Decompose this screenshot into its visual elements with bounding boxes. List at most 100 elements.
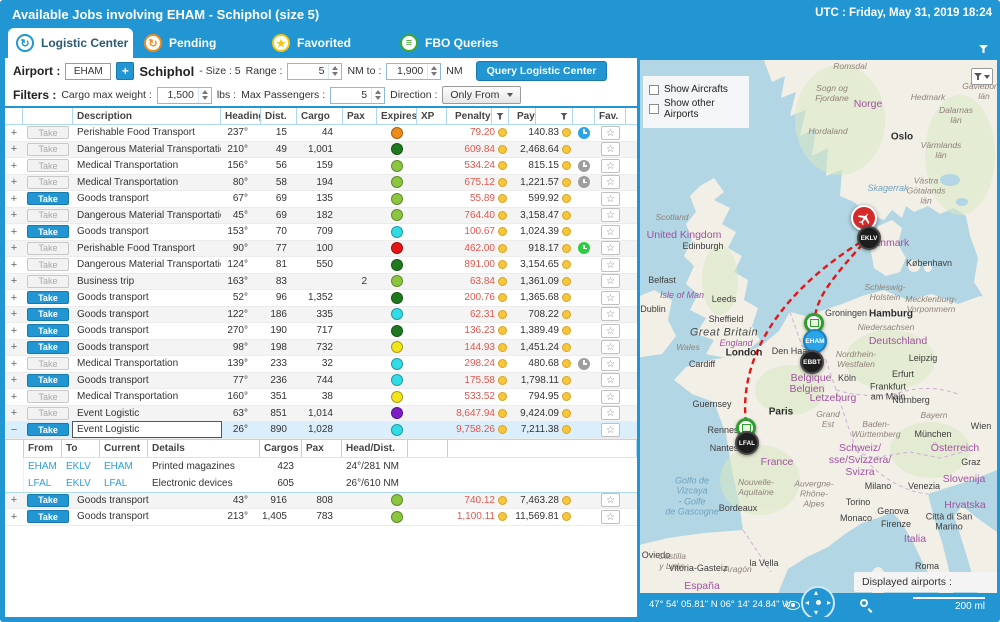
table-row[interactable]: +TakeGoods transport153°70709100.671,024… [5, 224, 637, 241]
table-row[interactable]: +TakeGoods transport52°961,352200.761,36… [5, 290, 637, 307]
row-expander[interactable]: + [5, 407, 23, 419]
take-button[interactable]: Take [27, 357, 69, 370]
col-expires[interactable]: Expires [377, 108, 417, 124]
arrow-up-icon[interactable]: ▴ [814, 589, 818, 597]
favorite-star-button[interactable]: ☆ [601, 126, 620, 140]
row-expander[interactable]: + [5, 391, 23, 403]
table-row[interactable]: +TakePerishable Food Transport237°154479… [5, 125, 637, 142]
favorite-star-button[interactable]: ☆ [601, 175, 620, 189]
map-marker-eklv[interactable]: EKLV [857, 226, 881, 250]
take-button[interactable]: Take [27, 510, 69, 523]
take-button[interactable]: Take [27, 176, 69, 189]
favorite-star-button[interactable]: ☆ [601, 159, 620, 173]
row-expander[interactable]: + [5, 341, 23, 353]
table-row[interactable]: +TakePerishable Food Transport90°7710046… [5, 241, 637, 258]
row-expander[interactable]: + [5, 143, 23, 155]
add-airport-button[interactable]: + [116, 62, 134, 80]
table-row[interactable]: +TakeDangerous Material Transportation21… [5, 142, 637, 159]
row-expander[interactable]: + [5, 325, 23, 337]
row-expander[interactable]: + [5, 176, 23, 188]
leg-row[interactable]: EHAMEKLVEHAMPrinted magazines42324°/281 … [23, 458, 637, 475]
take-button[interactable]: Take [27, 308, 69, 321]
search-icon[interactable] [860, 599, 868, 607]
take-button[interactable]: Take [27, 275, 69, 288]
checkbox-box[interactable] [649, 104, 659, 114]
table-row[interactable]: +TakeGoods transport67°6913555.89599.92☆ [5, 191, 637, 208]
row-expander[interactable]: + [5, 209, 23, 221]
col-xp[interactable]: XP [417, 108, 447, 124]
table-row[interactable]: −TakeEvent Logistic26°8901,0289,758.267,… [5, 422, 637, 439]
col-description[interactable]: Description [73, 108, 221, 124]
map-layers-button[interactable] [971, 68, 993, 85]
row-expander[interactable]: + [5, 242, 23, 254]
favorite-star-button[interactable]: ☆ [601, 373, 620, 387]
favorite-star-button[interactable]: ☆ [601, 291, 620, 305]
filter-icon[interactable] [560, 113, 568, 120]
map-pan-control[interactable]: ▴ ▾ ◂ ▸ [801, 586, 835, 617]
query-logistic-center-button[interactable]: Query Logistic Center [476, 61, 608, 81]
take-button[interactable]: Take [27, 143, 69, 156]
take-button[interactable]: Take [27, 126, 69, 139]
table-row[interactable]: +TakeGoods transport213°1,4057831,100.11… [5, 509, 637, 526]
take-button[interactable]: Take [27, 209, 69, 222]
favorite-star-button[interactable]: ☆ [601, 510, 620, 524]
direction-select[interactable]: Only From [442, 86, 521, 104]
row-expander[interactable]: + [5, 292, 23, 304]
take-button[interactable]: Take [27, 242, 69, 255]
table-row[interactable]: +TakeDangerous Material Transportation12… [5, 257, 637, 274]
checkbox-box[interactable] [649, 85, 659, 95]
tab-pending[interactable]: ↻Pending [136, 28, 261, 58]
favorite-star-button[interactable]: ☆ [601, 390, 620, 404]
leg-row[interactable]: LFALEKLVLFALElectronic devices60526°/610… [23, 475, 637, 492]
take-button[interactable]: Take [27, 390, 69, 403]
take-button[interactable]: Take [27, 341, 69, 354]
take-button[interactable]: Take [27, 192, 69, 205]
row-expander[interactable]: + [5, 374, 23, 386]
favorite-star-button[interactable]: ☆ [601, 324, 620, 338]
take-button[interactable]: Take [27, 225, 69, 238]
col-dist[interactable]: Dist. [261, 108, 297, 124]
table-row[interactable]: +TakeGoods transport77°236744175.581,798… [5, 373, 637, 390]
take-button[interactable]: Take [27, 423, 69, 436]
range-from-stepper[interactable]: 5 [287, 63, 342, 80]
table-row[interactable]: +TakeGoods transport98°198732144.931,451… [5, 340, 637, 357]
max-passengers-stepper[interactable]: 5 [330, 87, 385, 104]
row-expander[interactable]: + [5, 358, 23, 370]
col-heading[interactable]: Heading [221, 108, 261, 124]
take-button[interactable]: Take [27, 407, 69, 420]
row-expander[interactable]: + [5, 160, 23, 172]
favorite-star-button[interactable]: ☆ [601, 406, 620, 420]
col-cargo[interactable]: Cargo [297, 108, 343, 124]
tab-favorited[interactable]: ★Favorited [264, 28, 389, 58]
favorite-star-button[interactable]: ☆ [601, 241, 620, 255]
table-row[interactable]: +TakeMedical Transportation139°23332298.… [5, 356, 637, 373]
take-button[interactable]: Take [27, 494, 69, 507]
cargo-max-weight-stepper[interactable]: 1,500 [157, 87, 212, 104]
row-expander[interactable]: + [5, 511, 23, 523]
range-to-stepper[interactable]: 1,900 [386, 63, 441, 80]
table-row[interactable]: +TakeGoods transport122°18633562.31708.2… [5, 307, 637, 324]
favorite-star-button[interactable]: ☆ [601, 340, 620, 354]
row-expander[interactable]: + [5, 127, 23, 139]
take-button[interactable]: Take [27, 291, 69, 304]
table-row[interactable]: +TakeGoods transport270°190717136.231,38… [5, 323, 637, 340]
table-row[interactable]: +TakeEvent Logistic63°8511,0148,647.949,… [5, 406, 637, 423]
favorite-star-button[interactable]: ☆ [601, 142, 620, 156]
col-pay[interactable]: Pay [509, 108, 573, 124]
table-row[interactable]: +TakeDangerous Material Transportation45… [5, 208, 637, 225]
row-expander[interactable]: + [5, 226, 23, 238]
favorite-star-button[interactable]: ☆ [601, 357, 620, 371]
eye-icon[interactable] [786, 601, 800, 610]
tab-logistic-center[interactable]: ↻Logistic Center [8, 28, 133, 58]
filter-icon[interactable] [496, 113, 504, 120]
favorite-star-button[interactable]: ☆ [601, 225, 620, 239]
checkbox-show-aircrafts[interactable]: Show Aircrafts [649, 84, 743, 95]
arrow-down-icon[interactable]: ▾ [814, 609, 818, 617]
take-button[interactable]: Take [27, 258, 69, 271]
row-expander[interactable]: − [5, 424, 23, 436]
table-row[interactable]: +TakeMedical Transportation80°58194675.1… [5, 175, 637, 192]
row-expander[interactable]: + [5, 259, 23, 271]
favorite-star-button[interactable]: ☆ [601, 208, 620, 222]
col-pax[interactable]: Pax [343, 108, 377, 124]
row-expander[interactable]: + [5, 494, 23, 506]
